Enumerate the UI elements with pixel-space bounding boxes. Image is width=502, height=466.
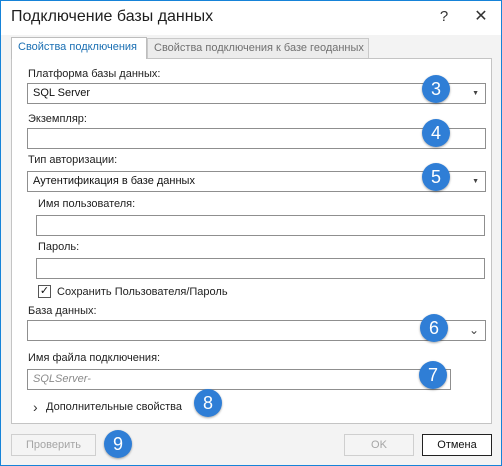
tab-connection-properties[interactable]: Свойства подключения [11,37,147,59]
password-input[interactable] [36,258,485,279]
cancel-button[interactable]: Отмена [422,434,492,456]
dialog-title: Подключение базы данных [11,8,214,25]
dropdown-arrow-icon: ▼ [472,178,479,185]
platform-value: SQL Server [33,87,91,99]
step-badge-4: 4 [422,119,450,147]
password-label: Пароль: [38,241,80,253]
auth-type-dropdown[interactable]: Аутентификация в базе данных ▼ [27,171,486,192]
ok-button[interactable]: OK [344,434,414,456]
advanced-properties-toggle[interactable]: Дополнительные свойства [46,401,182,413]
close-icon[interactable]: ✕ [470,6,492,28]
save-credentials-checkbox[interactable]: ✓ [38,285,51,298]
tab-geodatabase-connection-properties[interactable]: Свойства подключения к базе геоданных [147,38,369,59]
database-label: База данных: [28,305,97,317]
connection-file-input[interactable]: SQLServer- [27,369,451,390]
step-badge-7: 7 [419,361,447,389]
instance-input[interactable] [27,128,486,149]
validate-button[interactable]: Проверить [11,434,96,456]
step-badge-5: 5 [422,163,450,191]
username-input[interactable] [36,215,485,236]
dropdown-arrow-icon: ▼ [472,90,479,97]
dropdown-arrow-icon: ⌄ [468,323,479,337]
platform-dropdown[interactable]: SQL Server ▼ [27,83,486,104]
step-badge-3: 3 [422,75,450,103]
step-badge-8: 8 [194,389,222,417]
auth-type-label: Тип авторизации: [28,154,118,166]
auth-type-value: Аутентификация в базе данных [33,175,195,187]
help-icon[interactable]: ? [436,6,452,28]
database-dropdown[interactable]: ⌄ [27,320,486,341]
instance-label: Экземпляр: [28,113,87,125]
save-credentials-label: Сохранить Пользователя/Пароль [57,286,228,298]
step-badge-6: 6 [420,314,448,342]
title-bar: Подключение базы данных ? ✕ [1,1,501,35]
step-badge-9: 9 [104,430,132,458]
chevron-right-icon[interactable]: › [33,400,38,414]
database-connection-dialog: Подключение базы данных ? ✕ Свойства под… [0,0,502,466]
platform-label: Платформа базы данных: [28,68,161,80]
connection-file-label: Имя файла подключения: [28,352,161,364]
username-label: Имя пользователя: [38,198,136,210]
